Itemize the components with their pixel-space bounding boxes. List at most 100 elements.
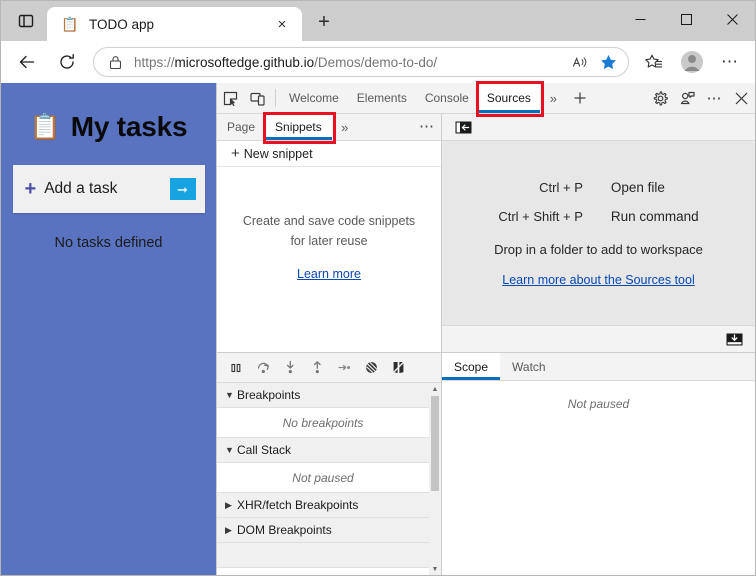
inspect-element-icon[interactable]	[217, 83, 244, 113]
page-viewport: 📋 My tasks + Add a task ➞ No tasks defin…	[1, 83, 216, 575]
tab-elements[interactable]: Elements	[348, 83, 416, 113]
section-breakpoints[interactable]: ▼ Breakpoints	[217, 383, 429, 408]
pause-script-icon[interactable]	[223, 356, 249, 380]
star-filled-icon[interactable]	[594, 49, 622, 75]
chevron-down-icon: ▼	[225, 444, 234, 455]
breakpoints-empty: No breakpoints	[217, 408, 429, 438]
pause-on-exceptions-icon[interactable]	[385, 356, 411, 380]
clipboard-icon: 📋	[29, 112, 61, 141]
chevron-right-icon: ▶	[225, 524, 232, 535]
section-partial[interactable]	[217, 543, 429, 568]
browser-window: 📋 TODO app × + https://microsoftedge.git…	[0, 0, 756, 576]
section-label: Breakpoints	[237, 388, 301, 402]
shortcut-action: Run command	[610, 208, 699, 224]
navigator-tabs: Page Snippets » ⋯	[217, 114, 441, 141]
vertical-tabs-icon[interactable]	[7, 5, 45, 37]
debugger-controls	[217, 353, 441, 383]
empty-task-message: No tasks defined	[54, 235, 163, 251]
close-icon[interactable]	[728, 83, 755, 113]
step-icon[interactable]	[331, 356, 357, 380]
sources-navigator-pane: Page Snippets » ⋯ + New snippet Create a…	[217, 114, 442, 352]
section-xhr-fetch-breakpoints[interactable]: ▶ XHR/fetch Breakpoints	[217, 493, 429, 518]
close-icon[interactable]: ×	[270, 12, 294, 36]
step-over-icon[interactable]	[250, 356, 276, 380]
devtools-panel: Welcome Elements Console Sources » ⋯ Pag…	[216, 83, 755, 575]
tab-welcome[interactable]: Welcome	[280, 83, 348, 113]
deactivate-breakpoints-icon[interactable]	[358, 356, 384, 380]
sources-top-section: Page Snippets » ⋯ + New snippet Create a…	[217, 114, 755, 353]
app-header: 📋 My tasks	[30, 111, 188, 143]
plus-icon[interactable]	[567, 83, 594, 113]
navigator-tabs-spacer	[358, 114, 413, 140]
section-call-stack[interactable]: ▼ Call Stack	[217, 438, 429, 463]
scope-content: Not paused	[442, 381, 755, 575]
call-stack-empty: Not paused	[217, 463, 429, 493]
browser-navigation-bar: https://microsoftedge.github.io/Demos/de…	[1, 41, 755, 83]
close-icon[interactable]	[709, 1, 755, 37]
show-console-drawer-icon[interactable]	[721, 327, 747, 351]
scroll-up-arrow-icon[interactable]: ▲	[429, 383, 441, 395]
sources-learn-more-link[interactable]: Learn more about the Sources tool	[502, 273, 694, 287]
add-task-input[interactable]: + Add a task ➞	[12, 165, 205, 213]
sources-editor-pane: Ctrl + P Open file Ctrl + Shift + P Run …	[442, 114, 755, 352]
feedback-icon[interactable]	[674, 83, 701, 113]
step-into-icon[interactable]	[277, 356, 303, 380]
more-ellipsis-icon[interactable]: ⋯	[714, 46, 746, 78]
lock-icon	[106, 55, 124, 70]
editor-toolbar	[442, 114, 755, 141]
arrow-right-icon[interactable]: ➞	[169, 178, 196, 200]
shortcuts-grid: Ctrl + P Open file Ctrl + Shift + P Run …	[498, 180, 698, 224]
chevron-down-icon: ▼	[225, 389, 234, 400]
devtools-toolbar: Welcome Elements Console Sources » ⋯	[217, 83, 755, 114]
debugger-scrollbar[interactable]: ▲ ▼	[429, 383, 441, 575]
scope-watch-tabs: Scope Watch	[442, 353, 755, 381]
collections-star-icon[interactable]	[638, 46, 670, 78]
device-emulation-icon[interactable]	[244, 83, 271, 113]
snippets-learn-more-link[interactable]: Learn more	[297, 267, 361, 281]
page-title: My tasks	[70, 111, 188, 142]
tab-watch[interactable]: Watch	[500, 353, 558, 380]
back-arrow-icon[interactable]	[11, 46, 43, 78]
scope-watch-pane: Scope Watch Not paused	[442, 353, 755, 575]
section-label: DOM Breakpoints	[237, 523, 332, 537]
navigator-tab-page[interactable]: Page	[217, 114, 265, 140]
chevron-double-right-icon[interactable]: »	[332, 114, 358, 140]
new-tab-button[interactable]: +	[308, 7, 340, 37]
tab-sources[interactable]: Sources	[477, 83, 540, 113]
minimize-icon[interactable]	[617, 1, 663, 37]
editor-empty-state: Ctrl + P Open file Ctrl + Shift + P Run …	[442, 141, 755, 325]
chevron-double-right-icon[interactable]: »	[540, 83, 567, 113]
read-aloud-icon[interactable]	[566, 49, 594, 75]
section-label: XHR/fetch Breakpoints	[237, 498, 359, 512]
toolbar-divider	[275, 89, 276, 107]
more-ellipsis-icon[interactable]: ⋯	[701, 83, 728, 113]
maximize-icon[interactable]	[663, 1, 709, 37]
debugger-accordion-scroll: ▼ Breakpoints No breakpoints ▼ Call Stac…	[217, 383, 441, 575]
window-controls	[617, 1, 755, 37]
editor-status-bar	[442, 325, 755, 352]
tab-console[interactable]: Console	[416, 83, 478, 113]
tab-scope[interactable]: Scope	[442, 353, 501, 380]
snippets-empty-state: Create and save code snippets for later …	[217, 141, 441, 352]
tab-title: TODO app	[89, 16, 155, 32]
browser-tab[interactable]: 📋 TODO app ×	[47, 7, 302, 41]
refresh-icon[interactable]	[51, 46, 83, 78]
sources-bottom-section: ▼ Breakpoints No breakpoints ▼ Call Stac…	[217, 353, 755, 575]
section-label: Call Stack	[237, 443, 292, 457]
scroll-down-arrow-icon[interactable]: ▼	[429, 563, 441, 575]
add-task-placeholder: Add a task	[44, 180, 118, 197]
shortcut-keys: Ctrl + P	[539, 179, 583, 195]
gear-icon[interactable]	[647, 83, 674, 113]
clipboard-icon: 📋	[61, 16, 79, 32]
address-bar[interactable]: https://microsoftedge.github.io/Demos/de…	[93, 47, 629, 77]
scrollbar-thumb[interactable]	[431, 396, 439, 491]
show-navigator-icon[interactable]	[450, 115, 476, 139]
more-ellipsis-icon[interactable]: ⋯	[413, 114, 441, 140]
profile-avatar-icon[interactable]	[676, 46, 708, 78]
section-dom-breakpoints[interactable]: ▶ DOM Breakpoints	[217, 518, 429, 543]
step-out-icon[interactable]	[304, 356, 330, 380]
chevron-right-icon: ▶	[225, 499, 232, 510]
navigator-tab-snippets[interactable]: Snippets	[265, 114, 332, 140]
plus-icon: +	[24, 178, 37, 200]
